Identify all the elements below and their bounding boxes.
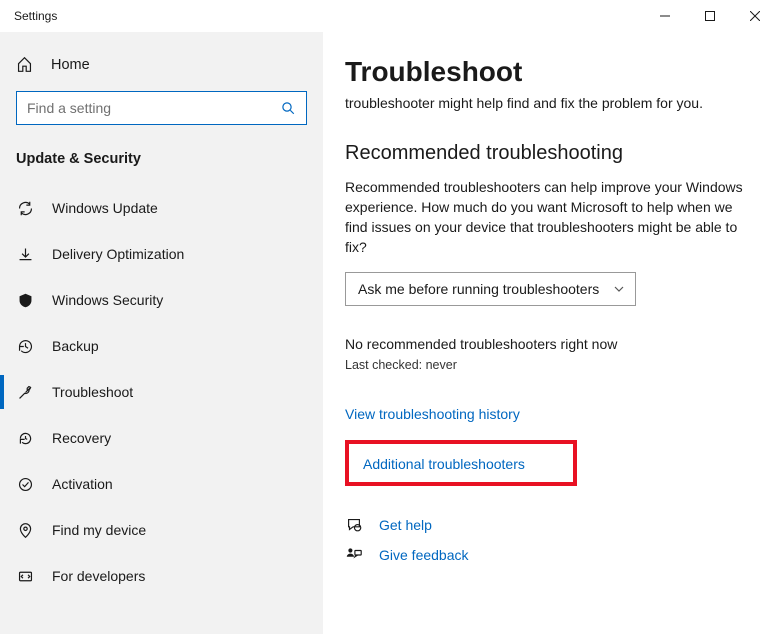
sidebar-item-delivery-optimization[interactable]: Delivery Optimization <box>0 231 323 277</box>
sidebar-item-label: Windows Update <box>52 200 158 216</box>
feedback-icon <box>345 546 363 564</box>
sidebar-item-label: Activation <box>52 476 113 492</box>
get-help-row[interactable]: Get help <box>345 510 755 540</box>
window-title: Settings <box>14 9 57 23</box>
additional-troubleshooters-link[interactable]: Additional troubleshooters <box>363 456 525 472</box>
sidebar-item-label: Find my device <box>52 522 146 538</box>
give-feedback-row[interactable]: Give feedback <box>345 540 755 570</box>
developer-icon <box>16 568 34 585</box>
sidebar: Home Update & Security Windows Update De… <box>0 32 323 634</box>
home-item[interactable]: Home <box>0 46 323 83</box>
home-label: Home <box>51 57 90 73</box>
minimize-button[interactable] <box>642 0 687 32</box>
get-help-link: Get help <box>379 517 432 533</box>
additional-troubleshooters-highlight: Additional troubleshooters <box>345 440 577 486</box>
sidebar-item-windows-update[interactable]: Windows Update <box>0 185 323 231</box>
search-icon <box>281 101 296 116</box>
recommended-body: Recommended troubleshooters can help imp… <box>345 177 755 258</box>
sidebar-item-windows-security[interactable]: Windows Security <box>0 277 323 323</box>
check-circle-icon <box>16 476 34 493</box>
sidebar-item-label: Recovery <box>52 430 111 446</box>
nav-list: Windows Update Delivery Optimization Win… <box>0 185 323 599</box>
sidebar-item-activation[interactable]: Activation <box>0 461 323 507</box>
sidebar-item-find-my-device[interactable]: Find my device <box>0 507 323 553</box>
download-icon <box>16 246 34 263</box>
sidebar-item-recovery[interactable]: Recovery <box>0 415 323 461</box>
main-panel: Troubleshoot troubleshooter might help f… <box>323 32 777 634</box>
search-box[interactable] <box>16 91 307 125</box>
recovery-icon <box>16 430 34 447</box>
sidebar-item-label: Delivery Optimization <box>52 246 184 262</box>
sidebar-item-for-developers[interactable]: For developers <box>0 553 323 599</box>
maximize-button[interactable] <box>687 0 732 32</box>
sidebar-item-label: Backup <box>52 338 99 354</box>
history-link[interactable]: View troubleshooting history <box>345 406 520 422</box>
dropdown-value: Ask me before running troubleshooters <box>358 281 599 297</box>
recommended-dropdown[interactable]: Ask me before running troubleshooters <box>345 272 636 306</box>
page-title: Troubleshoot <box>345 56 755 88</box>
wrench-icon <box>16 384 34 401</box>
sidebar-item-backup[interactable]: Backup <box>0 323 323 369</box>
shield-icon <box>16 292 34 309</box>
recommended-heading: Recommended troubleshooting <box>345 142 755 165</box>
chevron-down-icon <box>613 283 625 295</box>
sync-icon <box>16 200 34 217</box>
home-icon <box>16 56 33 73</box>
sidebar-item-troubleshoot[interactable]: Troubleshoot <box>0 369 323 415</box>
titlebar: Settings <box>0 0 777 32</box>
sidebar-item-label: For developers <box>52 568 145 584</box>
give-feedback-link: Give feedback <box>379 547 469 563</box>
last-checked-text: Last checked: never <box>345 358 755 372</box>
search-input[interactable] <box>27 100 281 116</box>
location-icon <box>16 522 34 539</box>
close-button[interactable] <box>732 0 777 32</box>
category-header: Update & Security <box>0 141 323 185</box>
sidebar-item-label: Windows Security <box>52 292 163 308</box>
chat-icon <box>345 516 363 534</box>
intro-text: troubleshooter might help find and fix t… <box>345 94 755 114</box>
sidebar-item-label: Troubleshoot <box>52 384 133 400</box>
no-recommended-text: No recommended troubleshooters right now <box>345 336 755 352</box>
content: Home Update & Security Windows Update De… <box>0 32 777 634</box>
history-icon <box>16 338 34 355</box>
